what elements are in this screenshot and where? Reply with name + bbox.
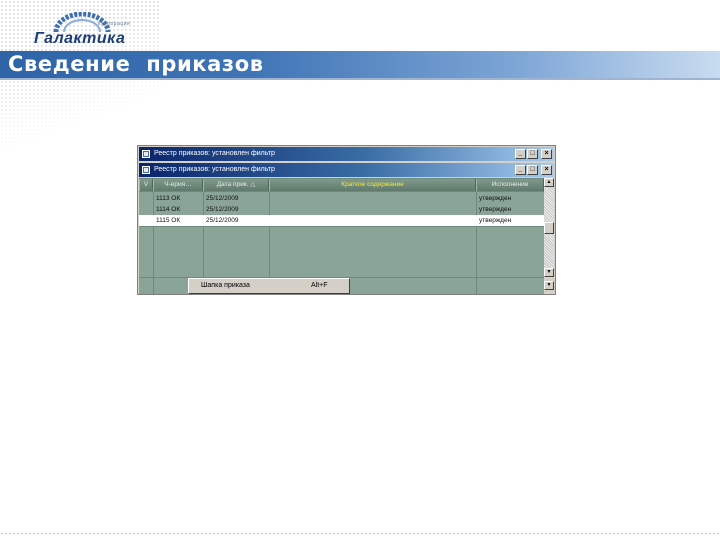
inner-window-title: Реестр приказов: установлен фильтр	[154, 166, 275, 173]
scroll-up-button[interactable]: ▲	[544, 178, 554, 187]
slide-title: Сведение приказов	[8, 52, 264, 76]
cell-number: 1113 ОК	[156, 195, 181, 202]
cell-status: утвержден	[479, 195, 512, 202]
minimize-button[interactable]: _	[515, 149, 526, 159]
cell-status: утвержден	[479, 217, 512, 224]
outer-window-titlebar[interactable]: Реестр приказов: установлен фильтр _ □ ×	[139, 147, 554, 161]
column-header-date[interactable]: Дата прик. △	[203, 179, 269, 191]
inner-minimize-button[interactable]: _	[515, 165, 526, 175]
cell-number: 1115 ОК	[156, 217, 181, 224]
window-app-icon	[142, 150, 150, 158]
table-header: V Ч-ерия… Дата прик. △ Краткое содержани…	[139, 178, 544, 192]
column-header-status[interactable]: Исполнение	[476, 179, 544, 191]
outer-scroll-down-button[interactable]: ▼	[544, 281, 554, 290]
table-row[interactable]: 1113 ОК 25/12/2009 утвержден	[139, 193, 544, 204]
registry-window[interactable]: Реестр приказов: установлен фильтр _ □ ×…	[137, 145, 556, 295]
cell-summary	[270, 193, 476, 204]
scroll-down-button[interactable]: ▼	[544, 268, 554, 277]
maximize-button[interactable]: □	[527, 149, 538, 159]
table-row-selected[interactable]: 1115 ОК 25/12/2009 утвержден	[139, 215, 544, 226]
orders-table[interactable]: V Ч-ерия… Дата прик. △ Краткое содержани…	[139, 178, 544, 294]
row-divider	[139, 226, 544, 227]
galaktika-logo: корпорация Галактика	[30, 12, 140, 50]
outer-window-title: Реестр приказов: установлен фильтр	[154, 150, 275, 157]
close-button[interactable]: ×	[541, 149, 552, 159]
context-menu-item[interactable]: Шапка приказа Alt+F	[188, 278, 350, 294]
logo-corp-text: корпорация	[98, 21, 131, 27]
cell-number: 1114 ОК	[156, 206, 181, 213]
inner-close-button[interactable]: ×	[541, 165, 552, 175]
column-header-number[interactable]: Ч-ерия…	[153, 179, 203, 191]
cell-status: утвержден	[479, 206, 512, 213]
menu-item-shortcut: Alt+F	[311, 282, 328, 289]
slide-title-bar: Сведение приказов	[0, 51, 720, 78]
cell-summary	[270, 204, 476, 215]
logo-name-text: Галактика	[34, 30, 126, 47]
inner-window-titlebar[interactable]: Реестр приказов: установлен фильтр _ □ ×	[139, 163, 554, 177]
bottom-dotted-line	[0, 532, 720, 535]
column-header-summary[interactable]: Краткое содержание	[269, 179, 476, 191]
cell-date: 25/12/2009	[206, 217, 239, 224]
cell-date: 25/12/2009	[206, 195, 239, 202]
vertical-scrollbar[interactable]: ▲ ▼	[544, 178, 554, 278]
title-underline	[0, 78, 720, 80]
cell-summary	[270, 215, 476, 226]
window-doc-icon	[142, 166, 150, 174]
cell-date: 25/12/2009	[206, 206, 239, 213]
inner-maximize-button[interactable]: □	[527, 165, 538, 175]
menu-item-label: Шапка приказа	[201, 282, 250, 289]
scroll-thumb[interactable]	[544, 222, 554, 234]
outer-scrollbar[interactable]: ▼	[544, 280, 554, 292]
column-header-check[interactable]: V	[139, 179, 153, 191]
table-row[interactable]: 1114 ОК 25/12/2009 утвержден	[139, 204, 544, 215]
